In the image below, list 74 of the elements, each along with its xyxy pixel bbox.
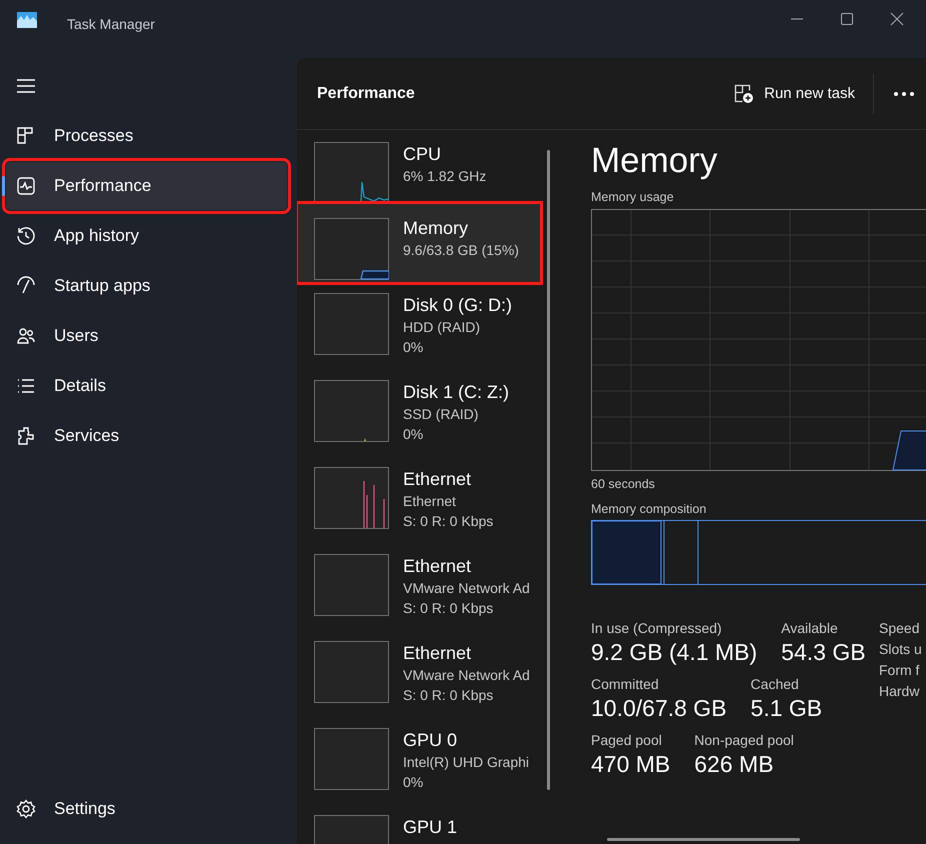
stat-label: Slots u (879, 641, 922, 657)
device-detail: VMware Network Ad (403, 666, 530, 685)
close-icon[interactable] (890, 12, 904, 26)
device-detail: 6% 1.82 GHz (403, 167, 486, 186)
stat-label: In use (Compressed) (591, 620, 723, 636)
device-name: Disk 1 (C: Z:) (403, 381, 509, 404)
device-item[interactable]: Disk 1 (C: Z:) SSD (RAID) 0% (297, 380, 541, 467)
stat-value: 10.0/67.8 GB (591, 694, 727, 723)
time-axis-label: 60 seconds (591, 476, 656, 493)
stat-label: Non-paged pool (694, 732, 794, 748)
pulse-icon (16, 176, 36, 196)
menu-icon[interactable] (16, 78, 36, 94)
maximize-icon[interactable] (840, 12, 854, 26)
settings-item[interactable]: Settings (6, 785, 287, 833)
selection-indicator (2, 176, 5, 196)
window-title: Task Manager (67, 16, 155, 32)
stat-label: Cached (750, 676, 800, 692)
device-name: Ethernet (403, 468, 472, 491)
device-detail: S: 0 R: 0 Kbps (403, 599, 494, 618)
nav-item[interactable]: Users (6, 312, 287, 360)
device-item[interactable]: Disk 0 (G: D:) HDD (RAID) 0% (297, 293, 541, 380)
device-detail: 0% (403, 773, 424, 792)
device-detail: 0% (403, 338, 424, 357)
stat-value: 626 MB (694, 750, 775, 779)
device-item[interactable]: Ethernet Ethernet S: 0 R: 0 Kbps (297, 467, 541, 554)
device-detail: 0% (403, 425, 424, 444)
stat-label: Committed (591, 676, 660, 692)
settings-icon (16, 799, 36, 819)
device-detail: VMware Network Ad (403, 579, 530, 598)
run-new-task-button[interactable]: Run new task (726, 78, 863, 110)
device-detail: 9.6/63.8 GB (15%) (403, 241, 519, 260)
add-task-icon (734, 84, 754, 104)
nav-item[interactable]: Services (6, 412, 287, 460)
chart-label: Memory composition (591, 501, 708, 518)
stat-label: Hardw (879, 683, 920, 699)
stat-label: Available (781, 620, 839, 636)
device-detail: S: 0 R: 0 Kbps (403, 512, 494, 531)
gauge-icon (16, 276, 36, 296)
nav-item[interactable]: App history (6, 212, 287, 260)
device-detail: Ethernet (403, 492, 457, 511)
stat-value: 470 MB (591, 750, 670, 779)
device-detail: SSD (RAID) (403, 405, 480, 424)
device-name: Ethernet (403, 555, 472, 578)
device-detail: S: 0 R: 0 Kbps (403, 686, 494, 705)
stat-value: 9.2 GB (4.1 MB) (591, 638, 758, 667)
stat-label: Speed (879, 620, 920, 636)
stat-label: Form f (879, 662, 920, 678)
device-item[interactable]: Ethernet VMware Network Ad S: 0 R: 0 Kbps (297, 641, 541, 728)
device-name: GPU 0 (403, 729, 458, 752)
device-name: CPU (403, 143, 442, 166)
device-name: Memory (403, 217, 470, 240)
history-icon (16, 226, 36, 246)
stat-value: 5.1 GB (750, 694, 822, 723)
stat-label: Paged pool (591, 732, 663, 748)
puzzle-icon (16, 426, 36, 446)
app-logo-icon (17, 12, 37, 28)
device-detail: HDD (RAID) (403, 318, 481, 337)
section-title: Memory (591, 140, 718, 182)
device-name: Ethernet (403, 642, 472, 665)
device-detail: Intel(R) UHD Graphi (403, 753, 530, 772)
chart-label: Memory usage (591, 189, 675, 206)
stat-value: 54.3 GB (781, 638, 866, 667)
device-name: GPU 1 (403, 816, 458, 839)
nav-item[interactable]: Details (6, 362, 287, 410)
device-item[interactable]: Ethernet VMware Network Ad S: 0 R: 0 Kbps (297, 554, 541, 641)
nav-item[interactable]: Processes (6, 112, 287, 160)
nav-item[interactable]: Startup apps (6, 262, 287, 310)
device-name: Disk 0 (G: D:) (403, 294, 512, 317)
device-item[interactable]: GPU 0 Intel(R) UHD Graphi 0% (297, 728, 541, 815)
device-item[interactable]: CPU 6% 1.82 GHz (297, 142, 541, 203)
users-icon (16, 326, 36, 346)
device-item[interactable]: Memory 9.6/63.8 GB (15%) (297, 203, 541, 283)
device-item[interactable]: GPU 1 (297, 815, 541, 844)
page-title: Performance (317, 84, 415, 102)
